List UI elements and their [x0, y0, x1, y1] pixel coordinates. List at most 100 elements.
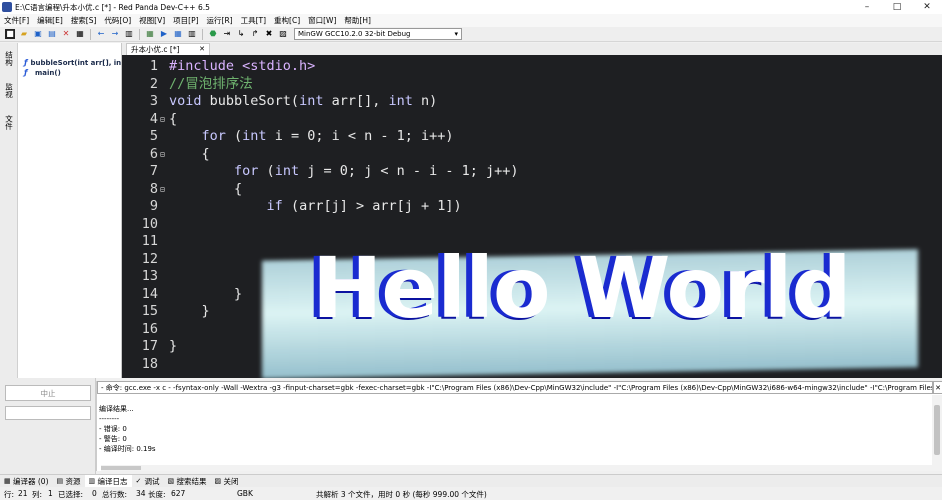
line-number: 18 — [141, 355, 158, 372]
tab-close[interactable]: ▨ 关闭 — [211, 475, 243, 488]
status-bar: 行: 21 列: 1 已选择: 0 总行数: 34 长度: 627 GBK 共解… — [0, 487, 942, 500]
step-icon[interactable]: ⇥ — [222, 29, 232, 39]
code-text: for (int i = 0; i < n - 1; i++) — [201, 128, 454, 144]
line-number: 4 — [149, 110, 158, 127]
menu-tools[interactable]: 工具[T] — [237, 15, 270, 26]
tab-search-results[interactable]: ▧ 搜索结果 — [164, 475, 211, 488]
vertical-scrollbar[interactable] — [932, 395, 942, 471]
menu-project[interactable]: 项目[P] — [169, 15, 202, 26]
scrollbar-thumb[interactable] — [101, 466, 141, 470]
menu-edit[interactable]: 编辑[E] — [33, 15, 67, 26]
open-folder-icon[interactable]: ▰ — [19, 29, 29, 39]
tab-label: 编译器 (0) — [13, 476, 49, 486]
step-out-icon[interactable]: ↱ — [250, 29, 260, 39]
compile-progress-bar — [5, 406, 91, 420]
fold-toggle-icon[interactable]: ⊟ — [160, 185, 167, 194]
compile-command-text: - 命令: gcc.exe -x c - -fsyntax-only -Wall… — [101, 383, 933, 392]
function-icon: ƒ — [24, 58, 28, 67]
scrollbar-thumb[interactable] — [934, 405, 940, 455]
run-icon[interactable]: ▶ — [159, 29, 169, 39]
fold-toggle-icon[interactable]: ⊟ — [160, 115, 167, 124]
toolbar-separator — [202, 28, 203, 40]
resource-icon: ▤ — [56, 476, 64, 485]
hello-world-overlay: Hello World — [312, 239, 852, 337]
menu-run[interactable]: 运行[R] — [203, 15, 237, 26]
status-length: 627 — [171, 489, 186, 498]
print-icon[interactable]: ▦ — [75, 29, 85, 39]
tab-structure[interactable]: 结构 — [2, 47, 16, 69]
stop-button[interactable]: 中止 — [5, 385, 91, 401]
line-number: 2 — [149, 75, 158, 92]
undo-icon[interactable]: ← — [96, 29, 106, 39]
tab-files[interactable]: 文件 — [2, 111, 16, 133]
line-number: 6 — [149, 145, 158, 162]
toolbar: ■ ▰ ▣ ▤ ✕ ▦ ← → ▥ ▦ ▶ ▦ ▥ ⬣ ⇥ ↳ ↱ ✖ ▨ Mi… — [0, 27, 942, 42]
class-browser-item-label: main() — [35, 69, 61, 77]
code-line[interactable]: 10 — [122, 216, 942, 234]
tab-compile-log[interactable]: ▥ 编译日志 — [84, 474, 132, 488]
editor-tab[interactable]: 升本小优.c [*] ✕ — [126, 43, 210, 55]
menu-file[interactable]: 文件[F] — [0, 15, 33, 26]
compile-run-icon[interactable]: ▦ — [173, 29, 183, 39]
status-col: 1 — [48, 489, 53, 498]
tab-compiler[interactable]: ▦ 编译器 (0) — [0, 475, 53, 488]
line-number: 5 — [149, 128, 158, 144]
new-file-icon[interactable]: ■ — [5, 29, 15, 39]
line-number: 16 — [141, 320, 158, 337]
debug-icon[interactable]: ⬣ — [208, 29, 218, 39]
window-title: E:\C语言编程\升本小优.c [*] - Red Panda Dev-C++ … — [15, 2, 210, 12]
code-line[interactable]: 4 ⊟{ — [122, 111, 942, 129]
line-number: 14 — [141, 285, 158, 302]
compiler-select[interactable]: MinGW GCC10.2.0 32-bit Debug ▾ — [294, 28, 462, 40]
toolbar-separator — [139, 28, 140, 40]
code-text: { — [169, 110, 178, 127]
tab-debug[interactable]: ✓ 调试 — [132, 475, 164, 488]
menu-refactor[interactable]: 重构[C] — [270, 15, 304, 26]
code-text: //冒泡排序法 — [169, 75, 253, 92]
left-tab-strip: 结构 监视 文件 — [0, 43, 18, 378]
compile-controls: 中止 — [0, 378, 96, 474]
menu-window[interactable]: 窗口[W] — [304, 15, 340, 26]
save-all-icon[interactable]: ▤ — [47, 29, 57, 39]
close-window-button[interactable]: ✕ — [912, 0, 942, 14]
rebuild-icon[interactable]: ▥ — [187, 29, 197, 39]
close-icon[interactable]: ✕ — [933, 381, 942, 394]
fold-toggle-icon[interactable]: ⊟ — [160, 150, 167, 159]
save-icon[interactable]: ▣ — [33, 29, 43, 39]
menu-search[interactable]: 搜索[S] — [67, 15, 101, 26]
maximize-button[interactable]: □ — [882, 0, 912, 14]
close-file-icon[interactable]: ✕ — [61, 29, 71, 39]
code-editor[interactable]: 1 #include <stdio.h> 2 //冒泡排序法 3 void bubbleS… — [122, 55, 942, 378]
redo-icon[interactable]: → — [110, 29, 120, 39]
menu-view[interactable]: 视图[V] — [135, 15, 169, 26]
code-line[interactable]: 3 void bubbleSort(int arr[], int n) — [122, 93, 942, 111]
line-number: 11 — [141, 233, 158, 249]
editor-tab-bar: 升本小优.c [*] ✕ — [122, 43, 942, 55]
profile-icon[interactable]: ▨ — [278, 29, 288, 39]
class-browser-item[interactable]: ƒ main() — [24, 68, 121, 78]
log-line: - 编译时间: 0.19s — [99, 445, 156, 453]
find-icon[interactable]: ▥ — [124, 29, 134, 39]
class-browser-item[interactable]: ƒ bubbleSort(int arr[], int — [24, 58, 121, 68]
minimize-button[interactable]: – — [852, 0, 882, 14]
code-text: } — [169, 303, 210, 319]
tab-watch[interactable]: 监视 — [2, 79, 16, 101]
code-line[interactable]: 6 ⊟ { — [122, 146, 942, 164]
close-icon: ▨ — [214, 476, 222, 485]
close-icon[interactable]: ✕ — [199, 45, 205, 53]
compile-icon[interactable]: ▦ — [145, 29, 155, 39]
code-line[interactable]: 8 ⊟ { — [122, 181, 942, 199]
code-line[interactable]: 5 for (int i = 0; i < n - 1; i++) — [122, 128, 942, 146]
tab-resources[interactable]: ▤ 资源 — [53, 475, 85, 488]
menu-help[interactable]: 帮助[H] — [340, 15, 375, 26]
code-line[interactable]: 9 if (arr[j] > arr[j + 1]) — [122, 198, 942, 216]
code-line[interactable]: 7 for (int j = 0; j < n - i - 1; j++) — [122, 163, 942, 181]
stop-debug-icon[interactable]: ✖ — [264, 29, 274, 39]
menu-code[interactable]: 代码[O] — [100, 15, 135, 26]
status-encoding[interactable]: GBK — [237, 489, 253, 498]
tab-label: 搜索结果 — [176, 476, 207, 486]
horizontal-scrollbar[interactable] — [101, 465, 933, 471]
step-into-icon[interactable]: ↳ — [236, 29, 246, 39]
code-line[interactable]: 2 //冒泡排序法 — [122, 76, 942, 94]
code-line[interactable]: 1 #include <stdio.h> — [122, 58, 942, 76]
